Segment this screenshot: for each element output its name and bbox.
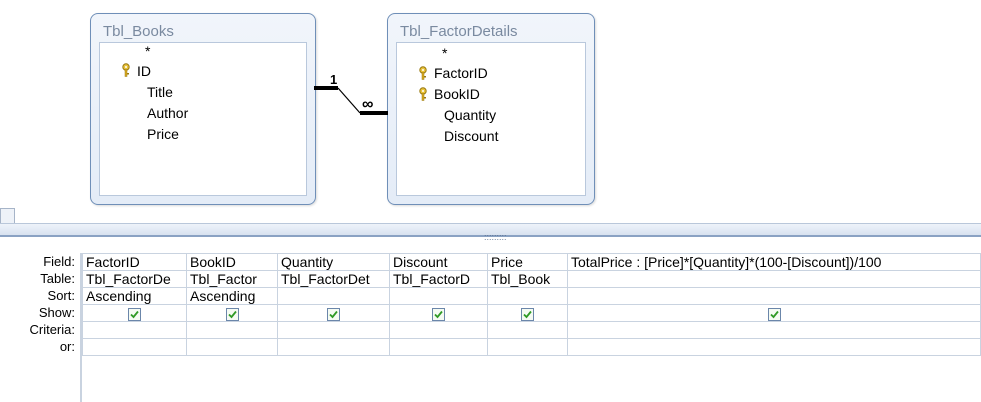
relationship-one-label: 1 [330, 72, 338, 87]
criteria-cell[interactable] [82, 321, 187, 339]
table-cell[interactable] [567, 270, 981, 288]
field-item[interactable]: * [442, 45, 447, 61]
show-cell [487, 304, 568, 322]
criteria-cell[interactable] [567, 321, 981, 339]
field-cell[interactable]: TotalPrice : [Price]*[Quantity]*(100-[Di… [567, 253, 981, 271]
field-list[interactable]: * ID Title Author Price [99, 42, 307, 196]
relationship-many-label: ∞ [362, 96, 374, 113]
show-checkbox[interactable] [327, 307, 340, 321]
or-cell[interactable] [389, 338, 488, 356]
table-cell[interactable]: Tbl_Factor [186, 270, 278, 288]
grid-row-labels: Field: Table: Sort: Show: Criteria: or: [0, 253, 80, 355]
or-cell[interactable] [567, 338, 981, 356]
or-cell[interactable] [82, 338, 187, 356]
show-cell [186, 304, 278, 322]
relationship-line[interactable] [314, 80, 388, 120]
query-diagram-pane[interactable]: Tbl_Books * ID Title Author Price Tbl_Fa… [0, 0, 981, 208]
criteria-cell[interactable] [186, 321, 278, 339]
field-cell[interactable]: FactorID [82, 253, 187, 271]
field-cell[interactable]: Price [487, 253, 568, 271]
field-item[interactable]: Title [147, 84, 173, 100]
or-row [82, 338, 981, 356]
criteria-row [82, 321, 981, 339]
show-cell [82, 304, 187, 322]
grid-table[interactable]: FactorID BookID Quantity Discount Price … [82, 253, 981, 356]
field-item[interactable]: Quantity [444, 107, 496, 123]
row-label-field: Field: [43, 254, 75, 269]
sort-cell[interactable]: Ascending [186, 287, 278, 305]
show-checkbox[interactable] [128, 307, 141, 321]
show-checkbox[interactable] [432, 307, 445, 321]
field-list[interactable]: * FactorID BookID Quantity Discount [396, 42, 586, 196]
field-item[interactable]: Author [147, 105, 188, 121]
field-row: FactorID BookID Quantity Discount Price … [82, 253, 981, 271]
row-label-show: Show: [38, 305, 75, 320]
key-icon [419, 66, 427, 80]
table-box-factor-details[interactable]: Tbl_FactorDetails * FactorID BookID Quan… [387, 13, 595, 205]
show-row [82, 304, 981, 322]
show-cell [277, 304, 390, 322]
key-icon [419, 87, 427, 101]
sort-cell[interactable]: Ascending [82, 287, 187, 305]
or-cell[interactable] [186, 338, 278, 356]
row-label-criteria: Criteria: [29, 322, 75, 337]
table-title[interactable]: Tbl_FactorDetails [388, 14, 594, 40]
field-cell[interactable]: BookID [186, 253, 278, 271]
criteria-cell[interactable] [389, 321, 488, 339]
show-checkbox[interactable] [225, 307, 239, 321]
field-cell[interactable]: Quantity [277, 253, 390, 271]
field-cell[interactable]: Discount [389, 253, 488, 271]
table-cell[interactable]: Tbl_FactorDe [82, 270, 187, 288]
sort-cell[interactable] [487, 287, 568, 305]
field-item[interactable]: Discount [444, 128, 498, 144]
field-item[interactable]: FactorID [434, 65, 488, 81]
field-item[interactable]: BookID [434, 86, 480, 102]
sort-cell[interactable] [277, 287, 390, 305]
table-box-books[interactable]: Tbl_Books * ID Title Author Price [90, 13, 316, 205]
row-label-sort: Sort: [47, 288, 75, 303]
show-cell [567, 304, 981, 322]
criteria-cell[interactable] [277, 321, 390, 339]
show-checkbox[interactable] [767, 307, 781, 321]
grid-selector-bar [80, 253, 82, 402]
scroll-left-button[interactable] [0, 208, 15, 224]
show-cell [389, 304, 488, 322]
sort-cell[interactable] [389, 287, 488, 305]
or-cell[interactable] [277, 338, 390, 356]
field-item[interactable]: ID [137, 63, 151, 79]
sort-cell[interactable] [567, 287, 981, 305]
row-label-table: Table: [40, 271, 75, 286]
row-label-or: or: [59, 339, 75, 354]
table-cell[interactable]: Tbl_Book [487, 270, 568, 288]
field-item[interactable]: Price [147, 126, 179, 142]
or-cell[interactable] [487, 338, 568, 356]
table-cell[interactable]: Tbl_FactorDet [277, 270, 390, 288]
table-cell[interactable]: Tbl_FactorD [389, 270, 488, 288]
table-title[interactable]: Tbl_Books [91, 14, 315, 40]
sort-row: Ascending Ascending [82, 287, 981, 305]
criteria-cell[interactable] [487, 321, 568, 339]
query-design-grid[interactable]: Field: Table: Sort: Show: Criteria: or: … [0, 253, 981, 402]
field-item[interactable]: * [145, 43, 150, 59]
splitter-grip-icon[interactable]: ::::::::: [484, 232, 507, 242]
key-icon [122, 63, 130, 77]
table-row: Tbl_FactorDe Tbl_Factor Tbl_FactorDet Tb… [82, 270, 981, 288]
show-checkbox[interactable] [521, 307, 534, 321]
